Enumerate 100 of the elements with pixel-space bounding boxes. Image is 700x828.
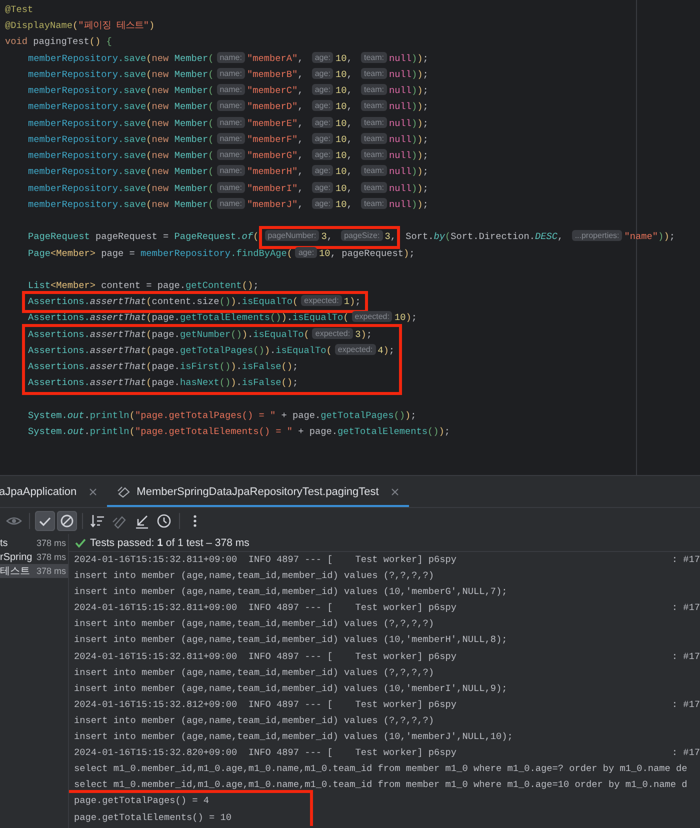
log-tail: : #17 (672, 601, 700, 616)
code-text: memberRepository.save(new Member( (28, 182, 214, 194)
code-text: Page<Member> page = memberRepository.findByAge( (28, 248, 292, 259)
parameter-hint: age: (312, 182, 334, 193)
parameter-hint: team: (360, 132, 387, 144)
parameter-hint: team: (360, 68, 387, 79)
parameter-hint: age: (312, 132, 334, 144)
code-text: 3); (355, 328, 372, 340)
close-icon (88, 488, 97, 496)
test-name: ts (0, 538, 8, 548)
output-line: page.getTotalPages() = 4 (74, 794, 210, 808)
code-text: "memberI", (246, 182, 304, 194)
code-text: null)); (388, 101, 428, 112)
code-text: @DisplayName("페이징 테스트") (5, 20, 155, 32)
parameter-hint: team: (360, 84, 387, 96)
parameter-hint: pageSize: (341, 230, 383, 242)
parameter-hint: age: (312, 198, 334, 209)
sort-icon (89, 513, 107, 529)
code-text: null)); (388, 134, 428, 145)
code-text: 10, (335, 101, 354, 112)
parameter-hint: name: (216, 116, 245, 128)
parameter-hint: name: (216, 68, 245, 79)
parameter-hint: age: (312, 165, 334, 176)
clock-icon (155, 513, 173, 529)
sql-line: insert into member (age,name,team_id,member_id) values (?,?,?,?) (74, 569, 434, 584)
parameter-hint: expected: (352, 311, 392, 322)
code-text: memberRepository.save(new Member( (28, 52, 214, 64)
code-text: 10, (335, 166, 354, 178)
sql-line: insert into member (age,name,team_id,member_id) values (10,'memberI',NULL,9); (74, 682, 508, 696)
parameter-hint: team: (360, 100, 387, 112)
code-text: 10, (335, 85, 354, 96)
code-text: memberRepository.save(new Member( (28, 134, 214, 145)
parameter-hint: age: (312, 52, 334, 63)
test-tree-item[interactable]: ts 378 ms (0, 536, 68, 550)
code-text: null)); (388, 85, 428, 96)
code-text: memberRepository.save(new Member( (28, 166, 214, 178)
parameter-hint: pageNumber: (264, 230, 320, 242)
sql-line: insert into member (age,name,team_id,member_id) values (?,?,?,?) (74, 617, 434, 632)
toolbar-button[interactable] (57, 511, 77, 531)
check-icon (75, 538, 86, 548)
log-tail: : #17 (672, 553, 700, 567)
code-text: Assertions.assertThat(content.size()).isEqualTo( (28, 296, 298, 308)
code-text: 4); (378, 344, 395, 356)
parameter-hint: team: (360, 165, 387, 176)
test-icon (116, 486, 131, 498)
code-text: Assertions.assertThat(page.getTotalPages()).isEqualTo( (28, 344, 332, 356)
log-tail: : #17 (672, 746, 700, 760)
parameter-hint: team: (360, 52, 387, 63)
log-tail: : #17 (672, 650, 700, 664)
code-text: null)); (388, 198, 428, 210)
code-text: Assertions.assertThat(page.getTotalElements()).isEqualTo( (28, 312, 349, 324)
test-duration: 378 ms (36, 552, 66, 562)
parameter-hint: team: (360, 182, 387, 193)
code-text: 10, (335, 68, 354, 80)
code-text: Assertions.assertThat(page.isFirst()).isFalse(); (28, 361, 298, 372)
toolbar-button[interactable] (35, 511, 55, 531)
code-text: "memberG", (246, 150, 304, 162)
code-text: PageRequest pageRequest = PageRequest.of( (28, 231, 259, 242)
parameter-hint: name: (216, 182, 245, 193)
arrow-icon (133, 513, 151, 529)
code-text: List<Member> content = page.getContent(); (28, 280, 259, 291)
code-text: "memberD", (246, 101, 304, 112)
code-text: "name")); (624, 231, 675, 242)
no-entry-icon (58, 513, 76, 529)
code-text: 10, (335, 182, 354, 194)
parameter-hint: team: (360, 149, 387, 160)
code-text: "memberH", (246, 166, 304, 178)
code-text: 10, (335, 198, 354, 210)
parameter-hint: age: (312, 68, 334, 79)
code-text: memberRepository.save(new Member( (28, 68, 214, 80)
sql-line: insert into member (age,name,team_id,member_id) values (10,'memberH',NULL,8); (74, 633, 508, 648)
log-line: 2024-01-16T15:15:32.811+09:00 INFO 4897 --- [ Test worker] p6spy (74, 553, 457, 567)
parameter-hint: expected: (334, 344, 376, 355)
parameter-hint: expected: (312, 328, 354, 339)
code-text: "memberB", (246, 68, 304, 80)
code-text: 10, (335, 150, 354, 162)
parameter-hint: team: (360, 116, 387, 128)
code-text: "memberE", (246, 118, 304, 129)
parameter-hint: name: (216, 100, 245, 112)
log-line: 2024-01-16T15:15:32.812+09:00 INFO 4897 --- [ Test worker] p6spy (74, 698, 457, 712)
log-tail: : #17 (672, 698, 700, 712)
sql-line: select m1_0.member_id,m1_0.age,m1_0.name,m1_0.team_id from member m1_0 where m1_0.age=10 order by m1_0.name d (74, 778, 688, 792)
code-text: 10, (335, 118, 354, 129)
parameter-hint: name: (216, 132, 245, 144)
code-text: null)); (388, 52, 428, 64)
parameter-hint: name: (216, 84, 245, 96)
code-text: null)); (388, 68, 428, 80)
run-tab[interactable]: MemberSpringDataJpaRepositoryTest.pagingTest (106, 476, 409, 507)
code-text: System.out.println("page.getTotalPages() = " + page.getTotalPages()); (28, 410, 416, 421)
code-text: Assertions.assertThat(page.hasNext()).isFalse(); (28, 377, 298, 388)
code-text: 3, (384, 231, 396, 242)
code-text: "memberJ", (246, 198, 304, 210)
test-tree-item[interactable]: rSpring 378 ms (0, 550, 68, 564)
code-text: 10, (335, 134, 354, 145)
test-duration: 378 ms (36, 538, 66, 548)
code-text: memberRepository.save(new Member( (28, 101, 214, 112)
code-text: @Test (5, 4, 34, 15)
parameter-hint: age: (312, 149, 334, 160)
code-text: 10, (335, 52, 354, 64)
test-tree-item[interactable]: 테스트 378 ms (0, 564, 68, 578)
